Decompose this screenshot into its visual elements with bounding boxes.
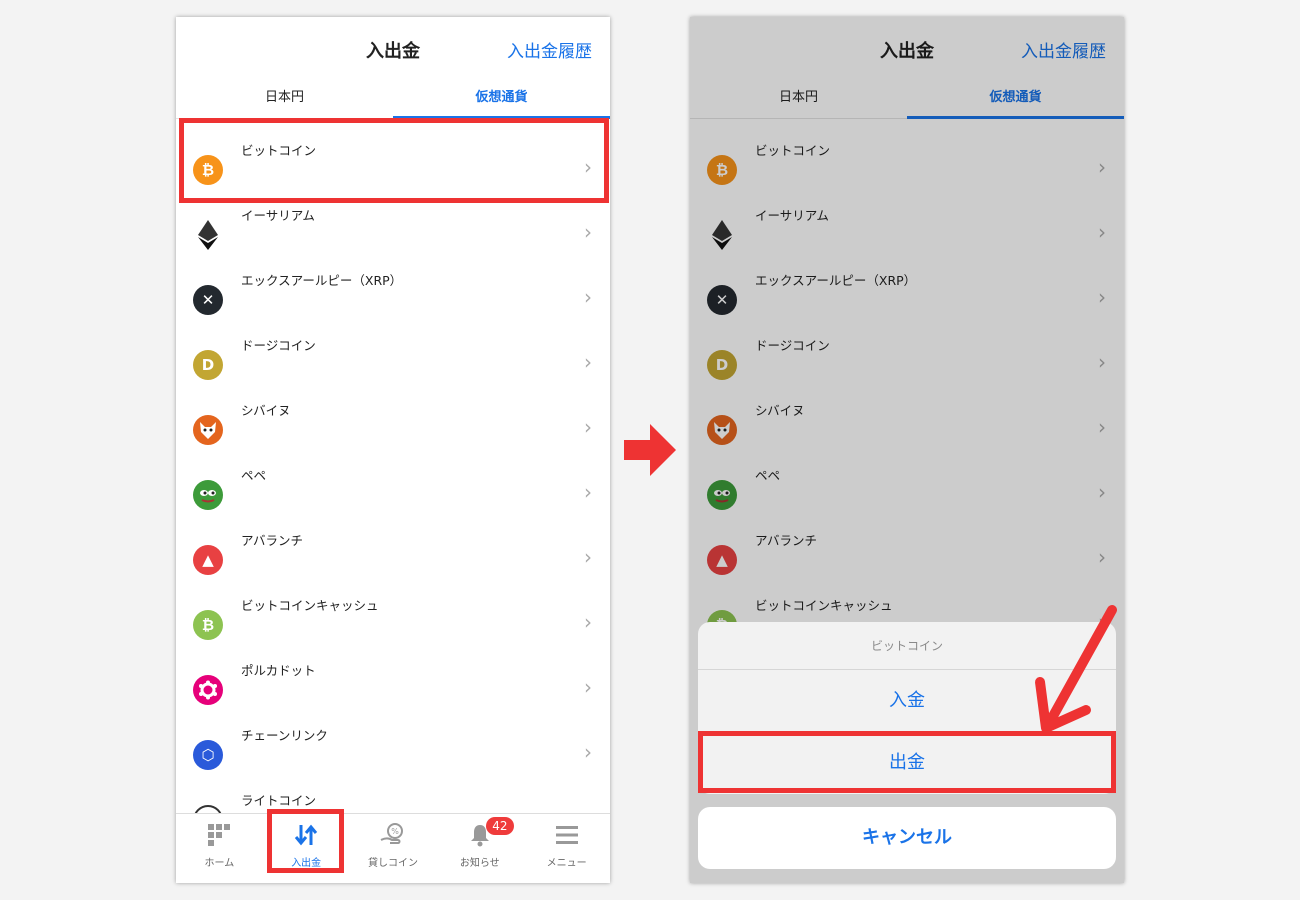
highlight-withdraw-button bbox=[698, 731, 1116, 793]
chevron-right-icon: › bbox=[584, 740, 592, 764]
chevron-right-icon: › bbox=[584, 220, 592, 244]
coin-name: ペペ bbox=[241, 468, 267, 483]
tab-menu[interactable]: メニュー bbox=[523, 814, 610, 883]
tab-menu-label: メニュー bbox=[546, 858, 587, 869]
currency-tabs: 日本円 仮想通貨 bbox=[176, 79, 610, 119]
highlight-bitcoin-row bbox=[179, 118, 609, 203]
coin-name: チェーンリンク bbox=[241, 728, 328, 743]
shiba-inu-icon bbox=[193, 415, 223, 445]
xrp-icon: ✕ bbox=[193, 285, 223, 315]
coin-name: ライトコイン bbox=[241, 793, 317, 808]
chainlink-icon: ⬡ bbox=[193, 740, 223, 770]
coin-name: エックスアールピー（XRP） bbox=[241, 273, 403, 288]
avalanche-icon: ▲ bbox=[193, 545, 223, 575]
lending-hand-icon: % bbox=[350, 822, 437, 848]
chevron-right-icon: › bbox=[584, 610, 592, 634]
chevron-right-icon: › bbox=[584, 480, 592, 504]
coin-row[interactable]: ⬡ チェーンリンク › bbox=[176, 707, 610, 772]
ethereum-icon bbox=[193, 220, 223, 250]
notification-badge: 42 bbox=[485, 817, 514, 835]
history-link[interactable]: 入出金履歴 bbox=[507, 37, 592, 62]
bottom-tab-bar: ホーム 入出金 % 貸しコイン 42 お知らせ メニュー bbox=[176, 813, 610, 883]
pepe-icon bbox=[193, 480, 223, 510]
tab-crypto[interactable]: 仮想通貨 bbox=[393, 79, 610, 118]
tab-notifications[interactable]: 42 お知らせ bbox=[436, 814, 523, 883]
chevron-right-icon: › bbox=[584, 675, 592, 699]
tab-lending-label: 貸しコイン bbox=[367, 858, 418, 869]
header: 入出金 入出金履歴 bbox=[176, 17, 610, 79]
coin-name: ポルカドット bbox=[241, 663, 316, 678]
tab-notifications-label: お知らせ bbox=[459, 858, 500, 869]
tab-lending[interactable]: % 貸しコイン bbox=[350, 814, 437, 883]
right-arrow-icon bbox=[624, 424, 676, 480]
chevron-right-icon: › bbox=[584, 415, 592, 439]
bitcoin-cash-icon: ₿ bbox=[193, 610, 223, 640]
coin-row[interactable]: シバイヌ › bbox=[176, 382, 610, 447]
highlight-transfer-tab bbox=[267, 809, 344, 873]
svg-text:%: % bbox=[391, 827, 399, 836]
tab-home-label: ホーム bbox=[204, 858, 235, 869]
chevron-right-icon: › bbox=[584, 545, 592, 569]
coin-name: ドージコイン bbox=[241, 338, 316, 353]
coin-row[interactable]: ポルカドット › bbox=[176, 642, 610, 707]
coin-row[interactable]: D ドージコイン › bbox=[176, 317, 610, 382]
chevron-right-icon: › bbox=[584, 285, 592, 309]
coin-row[interactable]: ₿ ビットコインキャッシュ › bbox=[176, 577, 610, 642]
coin-name: アバランチ bbox=[241, 533, 304, 548]
coin-row[interactable]: ペペ › bbox=[176, 447, 610, 512]
coin-name: イーサリアム bbox=[241, 208, 315, 223]
coin-row[interactable]: ▲ アバランチ › bbox=[176, 512, 610, 577]
coin-name: ビットコインキャッシュ bbox=[241, 598, 379, 613]
cancel-button[interactable]: キャンセル bbox=[698, 807, 1116, 869]
coin-name: シバイヌ bbox=[241, 403, 291, 418]
home-grid-icon bbox=[176, 822, 263, 848]
chevron-right-icon: › bbox=[584, 350, 592, 374]
menu-lines-icon bbox=[523, 822, 610, 848]
dogecoin-icon: D bbox=[193, 350, 223, 380]
pointer-arrow-icon bbox=[1035, 605, 1117, 733]
coin-row[interactable]: ✕ エックスアールピー（XRP） › bbox=[176, 252, 610, 317]
polkadot-icon bbox=[193, 675, 223, 705]
tab-jpy[interactable]: 日本円 bbox=[176, 79, 393, 118]
tab-home[interactable]: ホーム bbox=[176, 814, 263, 883]
